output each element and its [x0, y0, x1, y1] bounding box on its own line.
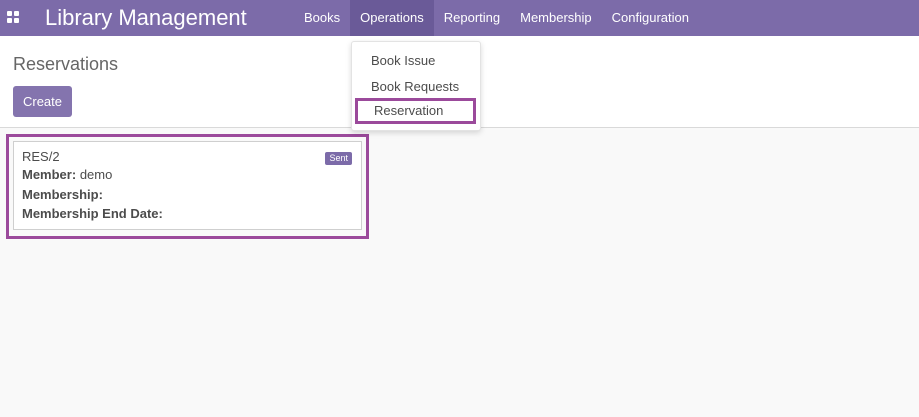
menu-books[interactable]: Books [294, 0, 350, 36]
menu-configuration[interactable]: Configuration [602, 0, 699, 36]
membership-label: Membership: [22, 187, 103, 202]
status-badge: Sent [325, 152, 352, 165]
member-value: demo [79, 167, 113, 182]
menu-membership[interactable]: Membership [510, 0, 602, 36]
member-field: Member: demo [22, 167, 112, 182]
membership-field: Membership: [22, 187, 103, 202]
page-title: Reservations [13, 54, 119, 74]
menu-operations[interactable]: Operations [350, 0, 434, 36]
app-brand: Library Management [45, 5, 247, 30]
apps-grid-icon[interactable] [7, 11, 20, 23]
reservation-card[interactable]: RES/2 Sent Member: demo Membership: Memb… [13, 141, 362, 230]
menu-reporting[interactable]: Reporting [434, 0, 510, 36]
card-reference: RES/2 [22, 149, 60, 164]
member-label: Member: [22, 167, 77, 182]
end-date-label: Membership End Date: [22, 206, 163, 221]
create-button[interactable]: Create [13, 86, 72, 117]
operations-dropdown: Book Issue Book Requests Reservation [351, 41, 481, 131]
dropdown-item-book-requests[interactable]: Book Requests [352, 75, 480, 99]
end-date-field: Membership End Date: [22, 206, 163, 221]
top-navbar: Library Management Books Operations Repo… [0, 0, 919, 36]
dropdown-item-reservation[interactable]: Reservation [355, 98, 476, 124]
main-menu: Books Operations Reporting Membership Co… [294, 0, 699, 36]
dropdown-item-book-issue[interactable]: Book Issue [352, 49, 480, 73]
